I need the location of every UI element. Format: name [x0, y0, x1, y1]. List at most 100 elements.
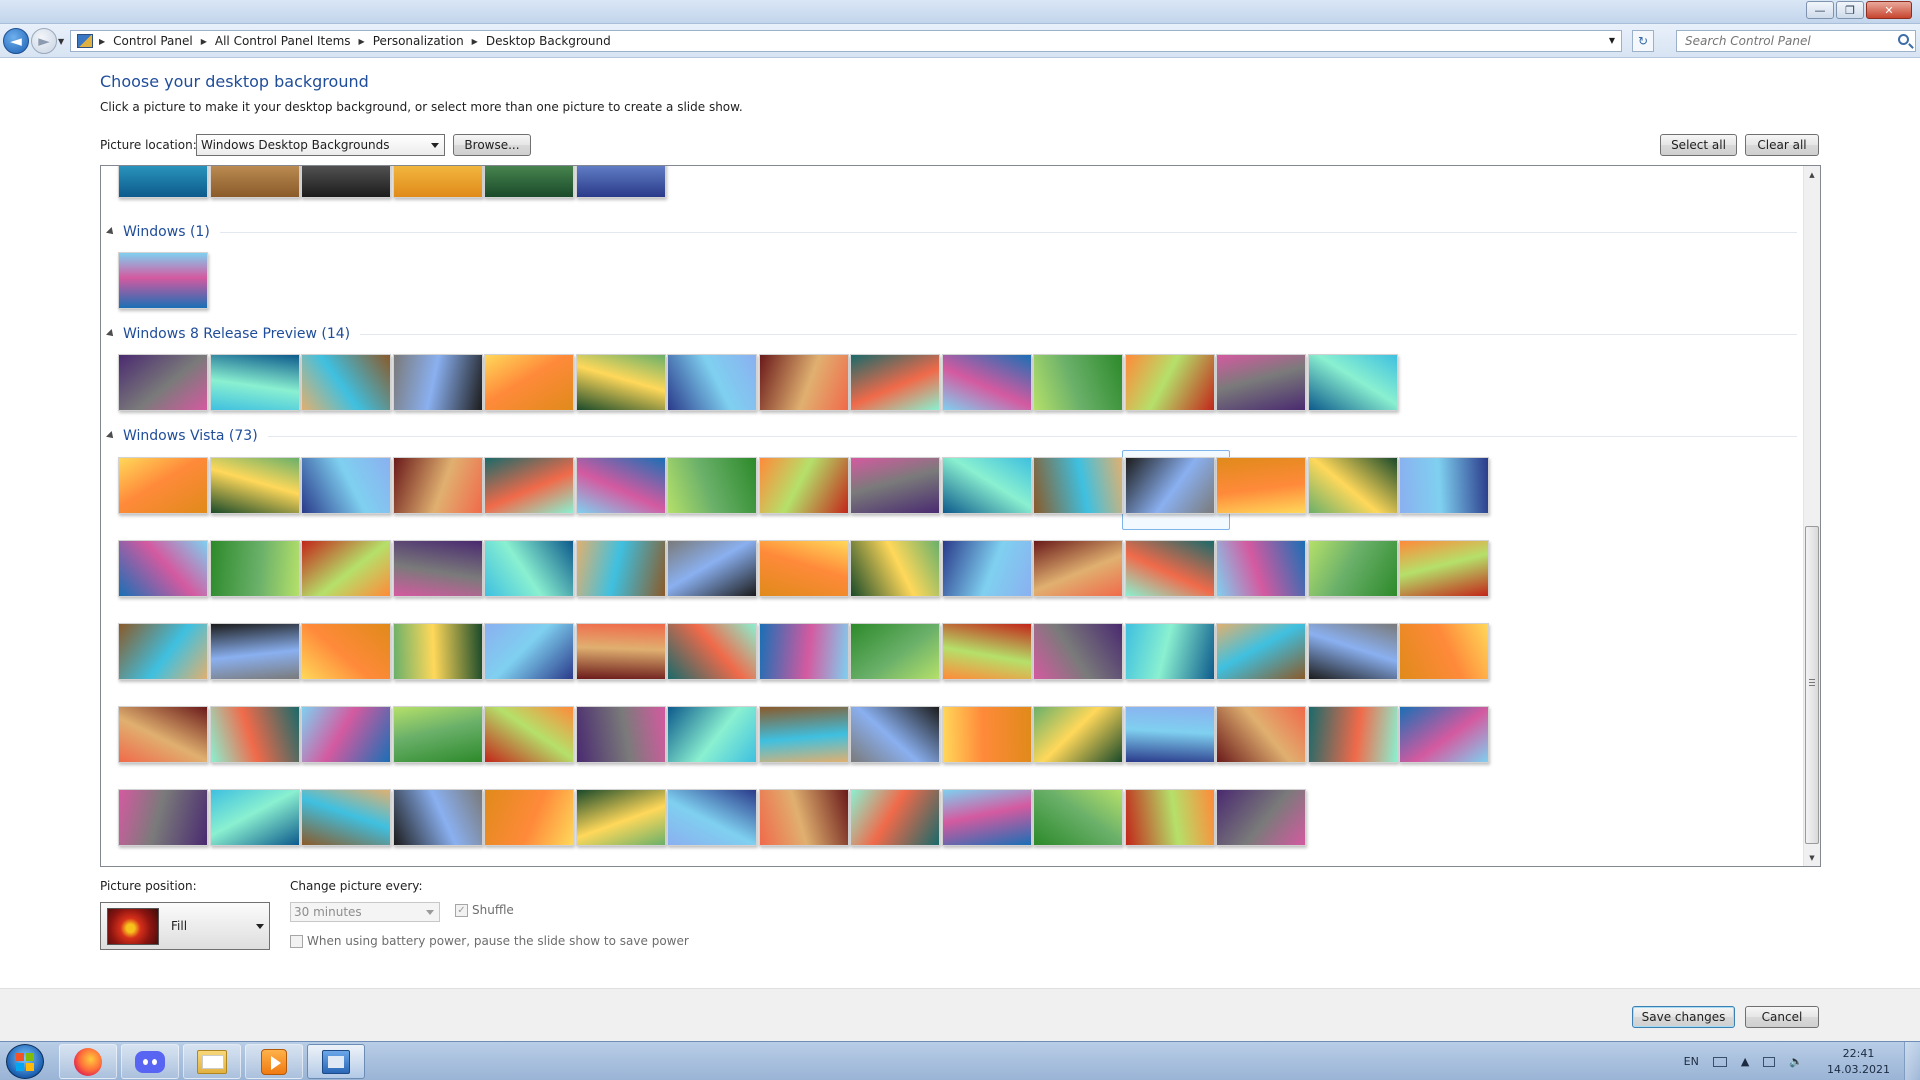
wallpaper-thumbnail[interactable] — [301, 166, 391, 198]
wallpaper-thumbnail[interactable] — [1308, 457, 1398, 514]
wallpaper-thumbnail[interactable] — [1125, 354, 1215, 411]
wallpaper-thumbnail[interactable] — [1033, 457, 1123, 514]
wallpaper-thumbnail[interactable] — [393, 457, 483, 514]
search-icon[interactable] — [1898, 34, 1909, 45]
wallpaper-thumbnail[interactable] — [1033, 706, 1123, 763]
refresh-icon[interactable]: ↻ — [1632, 30, 1654, 52]
group-header-windows-8[interactable]: Windows 8 Release Preview (14) — [106, 324, 1797, 344]
wallpaper-thumbnail[interactable] — [301, 789, 391, 846]
wallpaper-thumbnail[interactable] — [484, 354, 574, 411]
wallpaper-thumbnail[interactable] — [210, 457, 300, 514]
taskbar-discord[interactable] — [121, 1044, 179, 1079]
taskbar-firefox[interactable] — [59, 1044, 117, 1079]
wallpaper-thumbnail[interactable] — [118, 789, 208, 846]
picture-location-select[interactable]: Windows Desktop Backgrounds — [196, 134, 445, 156]
language-indicator[interactable]: EN — [1684, 1055, 1699, 1068]
taskbar-explorer[interactable] — [183, 1044, 241, 1079]
wallpaper-thumbnail[interactable] — [118, 354, 208, 411]
wallpaper-thumbnail[interactable] — [667, 789, 757, 846]
wallpaper-thumbnail[interactable] — [210, 354, 300, 411]
wallpaper-thumbnail[interactable] — [1033, 540, 1123, 597]
wallpaper-thumbnail[interactable] — [667, 457, 757, 514]
wallpaper-thumbnail[interactable] — [210, 540, 300, 597]
group-header-windows[interactable]: Windows (1) — [106, 222, 1797, 242]
breadcrumb-personalization[interactable]: Personalization — [373, 34, 464, 48]
network-icon[interactable] — [1763, 1056, 1776, 1067]
back-arrow-icon[interactable]: ◄ — [3, 28, 29, 54]
show-desktop-button[interactable] — [1904, 1042, 1920, 1080]
wallpaper-thumbnail[interactable] — [850, 623, 940, 680]
scroll-up-icon[interactable]: ▲ — [1804, 166, 1820, 183]
wallpaper-thumbnail[interactable] — [1399, 706, 1489, 763]
wallpaper-thumbnail[interactable] — [850, 540, 940, 597]
wallpaper-thumbnail[interactable] — [1216, 540, 1306, 597]
address-dropdown-icon[interactable]: ▼ — [1609, 36, 1615, 45]
collapse-triangle-icon[interactable] — [106, 227, 116, 237]
wallpaper-thumbnail[interactable] — [1125, 706, 1215, 763]
wallpaper-thumbnail[interactable] — [667, 623, 757, 680]
cancel-button[interactable]: Cancel — [1745, 1006, 1819, 1028]
wallpaper-thumbnail[interactable] — [484, 540, 574, 597]
chevron-right-icon[interactable]: ▶ — [201, 37, 207, 46]
wallpaper-thumbnail[interactable] — [850, 457, 940, 514]
wallpaper-thumbnail[interactable] — [759, 789, 849, 846]
show-hidden-icons-icon[interactable]: ▲ — [1741, 1055, 1749, 1068]
wallpaper-thumbnail[interactable] — [1308, 354, 1398, 411]
wallpaper-thumbnail[interactable] — [301, 623, 391, 680]
wallpaper-thumbnail[interactable] — [1216, 354, 1306, 411]
save-changes-button[interactable]: Save changes — [1632, 1006, 1735, 1028]
wallpaper-thumbnail[interactable] — [1308, 706, 1398, 763]
wallpaper-thumbnail[interactable] — [118, 540, 208, 597]
wallpaper-thumbnail[interactable] — [942, 457, 1032, 514]
wallpaper-thumbnail[interactable] — [393, 706, 483, 763]
wallpaper-thumbnail[interactable] — [301, 706, 391, 763]
collapse-triangle-icon[interactable] — [106, 329, 116, 339]
wallpaper-thumbnail[interactable] — [1033, 789, 1123, 846]
address-bar[interactable]: ▶ Control Panel ▶ All Control Panel Item… — [70, 30, 1622, 52]
chevron-right-icon[interactable]: ▶ — [472, 37, 478, 46]
group-name[interactable]: Windows (1) — [123, 224, 210, 240]
group-header-windows-vista[interactable]: Windows Vista (73) — [106, 426, 1797, 446]
wallpaper-thumbnail[interactable] — [1125, 540, 1215, 597]
wallpaper-thumbnail[interactable] — [1216, 623, 1306, 680]
wallpaper-thumbnail[interactable] — [576, 789, 666, 846]
wallpaper-thumbnail[interactable] — [484, 706, 574, 763]
wallpaper-thumbnail[interactable] — [667, 706, 757, 763]
browse-button[interactable]: Browse... — [453, 134, 531, 156]
wallpaper-thumbnail[interactable] — [759, 540, 849, 597]
wallpaper-thumbnail[interactable] — [1399, 623, 1489, 680]
breadcrumb-desktop-background[interactable]: Desktop Background — [486, 34, 611, 48]
wallpaper-thumbnail[interactable] — [1399, 457, 1489, 514]
wallpaper-thumbnail[interactable] — [484, 789, 574, 846]
wallpaper-thumbnail[interactable] — [484, 457, 574, 514]
wallpaper-thumbnail[interactable] — [942, 540, 1032, 597]
wallpaper-thumbnail[interactable] — [850, 789, 940, 846]
picture-position-select[interactable]: Fill — [100, 902, 270, 950]
wallpaper-thumbnail[interactable] — [576, 354, 666, 411]
wallpaper-thumbnail[interactable] — [118, 623, 208, 680]
forward-arrow-icon[interactable]: ► — [31, 28, 57, 54]
keyboard-icon[interactable] — [1712, 1056, 1727, 1067]
wallpaper-thumbnail[interactable] — [942, 706, 1032, 763]
close-button[interactable]: ✕ — [1866, 1, 1912, 19]
maximize-button[interactable]: ❐ — [1836, 1, 1864, 19]
wallpaper-thumbnail[interactable] — [850, 706, 940, 763]
chevron-right-icon[interactable]: ▶ — [99, 37, 105, 46]
wallpaper-thumbnail[interactable] — [118, 252, 208, 309]
wallpaper-thumbnail[interactable] — [576, 623, 666, 680]
wallpaper-thumbnail[interactable] — [850, 354, 940, 411]
start-button[interactable] — [6, 1044, 44, 1079]
taskbar-control-panel[interactable] — [307, 1044, 365, 1079]
collapse-triangle-icon[interactable] — [106, 431, 116, 441]
wallpaper-thumbnail[interactable] — [667, 354, 757, 411]
wallpaper-thumbnail[interactable] — [484, 623, 574, 680]
wallpaper-thumbnail[interactable] — [393, 354, 483, 411]
wallpaper-thumbnail[interactable] — [484, 166, 574, 198]
minimize-button[interactable]: — — [1806, 1, 1834, 19]
breadcrumb-all-items[interactable]: All Control Panel Items — [215, 34, 351, 48]
wallpaper-thumbnail[interactable] — [576, 540, 666, 597]
group-name[interactable]: Windows Vista (73) — [123, 428, 258, 444]
wallpaper-thumbnail[interactable] — [118, 457, 208, 514]
wallpaper-gallery[interactable]: Windows (1) Windows 8 Release Preview (1… — [100, 165, 1821, 867]
wallpaper-thumbnail[interactable] — [210, 166, 300, 198]
